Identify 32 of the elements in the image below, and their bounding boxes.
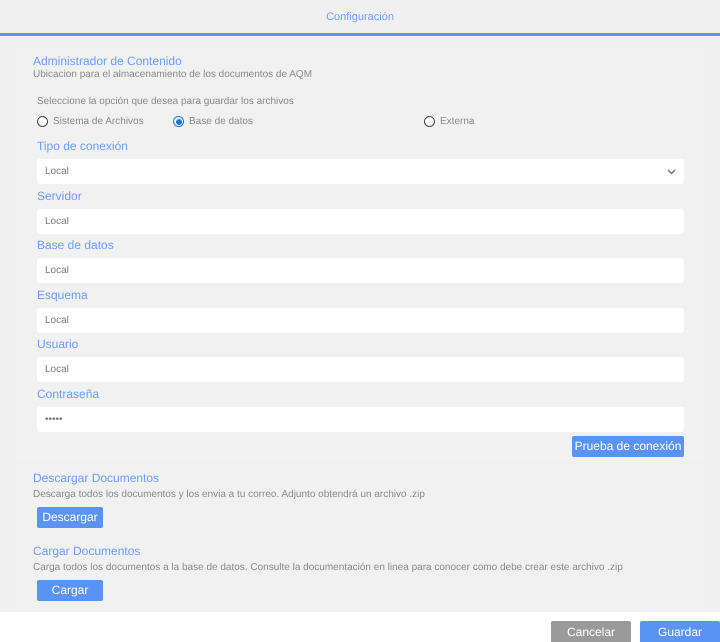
field-label: Servidor: [37, 188, 83, 202]
field-label: Esquema: [37, 288, 89, 302]
field-label: Base de datos: [37, 238, 115, 252]
section-title: Descargar Documentos: [33, 470, 160, 484]
section-description: Carga todos los documentos a la base de datos. Consulte la documentación en linea para conocer como debe crear este archivo .zip: [33, 560, 624, 574]
field-label: Tipo de conexión: [37, 139, 129, 153]
radio-label[interactable]: Externa: [440, 116, 474, 127]
section-title: Administrador de Contenido: [33, 54, 183, 68]
text-field[interactable]: Local: [37, 208, 684, 234]
radio-button[interactable]: [424, 116, 435, 127]
action-button[interactable]: Descargar: [37, 506, 103, 528]
radio-prompt: Seleccione la opción que desea para guardar los archivos: [37, 95, 295, 108]
test-connection-button[interactable]: Prueba de conexión: [572, 436, 684, 456]
action-button[interactable]: Cargar: [37, 580, 103, 600]
section-title: Cargar Documentos: [33, 544, 142, 558]
text-field[interactable]: Local: [37, 308, 684, 332]
text-field[interactable]: •••••: [37, 406, 684, 432]
radio-label[interactable]: Sistema de Archivos: [53, 116, 144, 127]
radio-button[interactable]: [173, 116, 184, 127]
save-button[interactable]: Guardar: [640, 621, 720, 642]
field-label: Usuario: [37, 337, 80, 351]
cancel-button[interactable]: Cancelar: [551, 621, 631, 642]
radio-label[interactable]: Base de datos: [189, 116, 253, 127]
dropdown-field[interactable]: Local: [37, 159, 684, 184]
field-label: Contraseña: [37, 386, 100, 400]
chevron-down-icon: [667, 168, 676, 174]
dialog-title: Configuración: [326, 10, 394, 22]
section-description: Descarga todos los documentos y los envia a tu correo. Adjunto obtendrá un archivo .zip: [33, 488, 426, 500]
text-field[interactable]: Local: [37, 357, 684, 382]
text-field[interactable]: Local: [37, 258, 684, 283]
section-description: Ubicacion para el almacenamiento de los documentos de AQM: [33, 68, 314, 81]
radio-button[interactable]: [37, 116, 48, 127]
